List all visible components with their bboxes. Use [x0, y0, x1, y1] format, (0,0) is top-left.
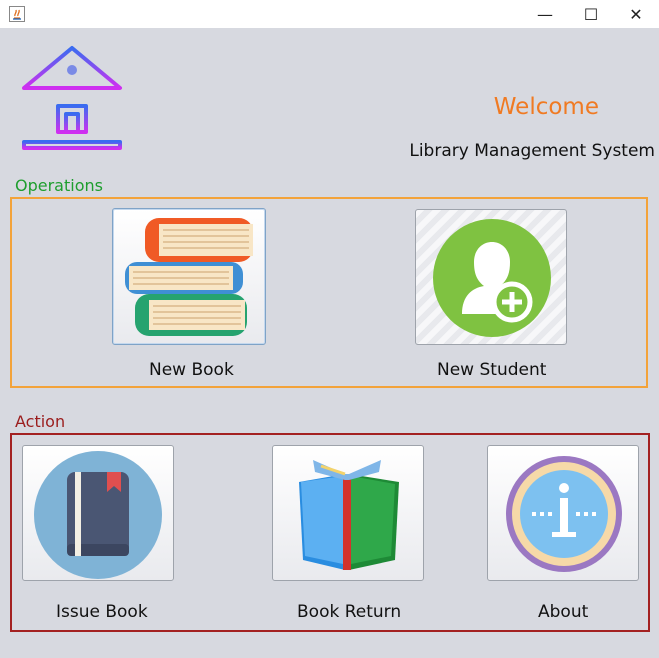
issue-book-label: Issue Book — [56, 602, 148, 622]
close-button[interactable]: ✕ — [613, 0, 659, 28]
book-return-label: Book Return — [297, 602, 402, 622]
book-stack-icon — [123, 214, 255, 340]
operations-label: Operations — [15, 176, 103, 195]
maximize-button[interactable]: ☐ — [568, 0, 614, 28]
welcome-heading: Welcome — [493, 94, 599, 120]
action-label: Action — [15, 412, 66, 431]
about-button[interactable] — [487, 445, 639, 581]
about-label: About — [538, 602, 589, 622]
java-app-icon — [9, 6, 25, 22]
new-student-button[interactable] — [415, 209, 567, 345]
open-book-icon — [291, 452, 407, 576]
minimize-button[interactable]: — — [522, 0, 568, 28]
add-user-icon — [432, 218, 552, 338]
info-icon — [502, 452, 626, 576]
window-titlebar: — ☐ ✕ — [0, 0, 659, 28]
notebook-icon — [33, 450, 163, 580]
new-student-label: New Student — [437, 360, 547, 380]
issue-book-button[interactable] — [22, 445, 174, 581]
new-book-label: New Book — [149, 360, 234, 380]
system-title: Library Management System — [409, 141, 655, 161]
book-return-button[interactable] — [272, 445, 424, 581]
new-book-button[interactable] — [112, 208, 266, 345]
library-building-icon — [20, 44, 124, 152]
